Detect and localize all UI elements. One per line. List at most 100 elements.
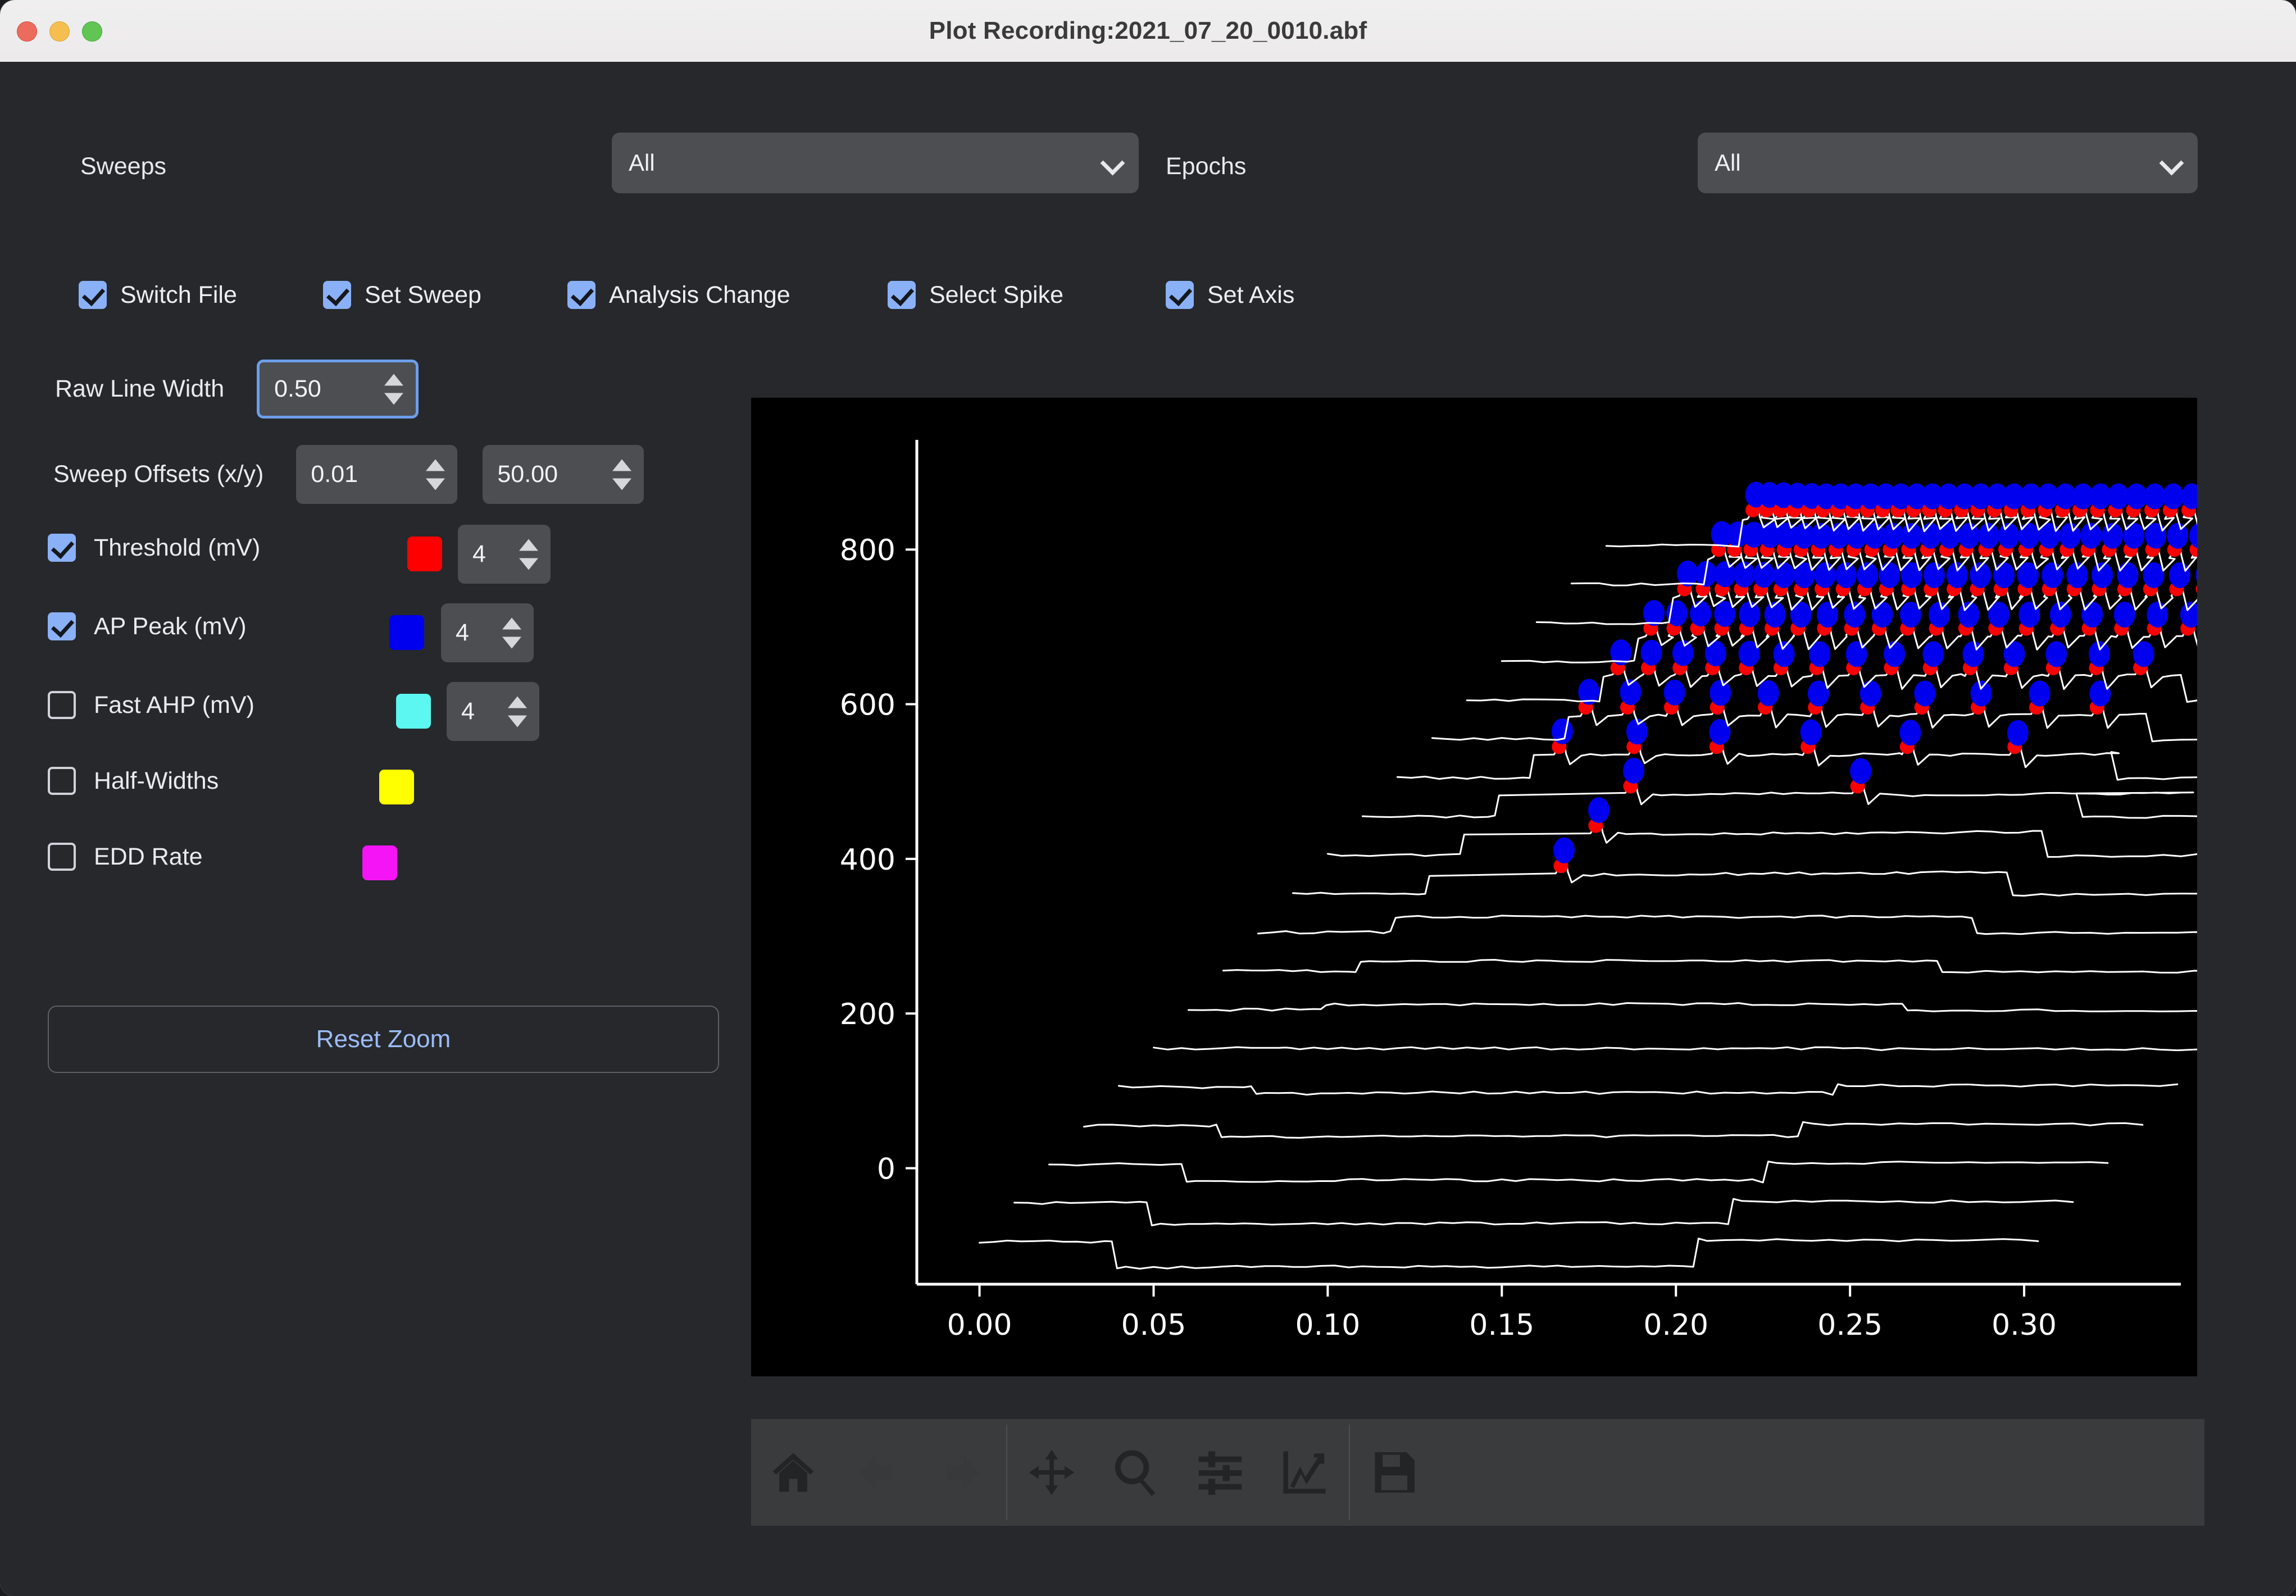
- ap-peak-marker[interactable]: [1622, 757, 1644, 784]
- color-swatch-fast-ahp-mv[interactable]: [396, 694, 431, 729]
- event-checkbox-select-spike[interactable]: Select Spike: [888, 281, 1063, 309]
- sweep-trace[interactable]: [1361, 769, 2197, 819]
- ap-peak-marker[interactable]: [2126, 483, 2148, 510]
- pan-button[interactable]: [1010, 1430, 1094, 1515]
- ap-peak-marker[interactable]: [1663, 679, 1685, 706]
- analysis-count-stepper-fast-ahp-mv[interactable]: [508, 696, 527, 727]
- ap-peak-marker[interactable]: [1899, 720, 1921, 746]
- forward-button[interactable]: [920, 1430, 1004, 1515]
- edit-axis-button[interactable]: [1262, 1430, 1347, 1515]
- analysis-checkbox-fast-ahp-mv[interactable]: [48, 691, 76, 719]
- sweep-trace[interactable]: [1118, 1083, 2179, 1096]
- sweep-offset-x-stepper[interactable]: [426, 459, 445, 490]
- ap-peak-marker[interactable]: [1739, 601, 1761, 628]
- ap-peak-marker[interactable]: [2167, 522, 2189, 549]
- sweep-trace[interactable]: [1257, 915, 2197, 935]
- ap-peak-marker[interactable]: [1993, 562, 2015, 588]
- ap-peak-marker[interactable]: [1640, 639, 1662, 666]
- ap-peak-marker[interactable]: [1790, 602, 1812, 628]
- analysis-checkbox-ap-peak-mv[interactable]: [48, 612, 76, 640]
- ap-peak-marker[interactable]: [1676, 560, 1698, 586]
- ap-peak-marker[interactable]: [1773, 562, 1795, 588]
- ap-peak-marker[interactable]: [1690, 601, 1712, 627]
- event-checkbox-switch-file[interactable]: Switch File: [79, 281, 237, 309]
- analysis-checkbox-threshold-mv[interactable]: [48, 534, 76, 562]
- checkbox-box[interactable]: [323, 281, 351, 309]
- ap-peak-marker[interactable]: [2003, 641, 2025, 667]
- sweep-trace[interactable]: [1396, 729, 2197, 781]
- analysis-count-input-fast-ahp-mv[interactable]: 4: [447, 682, 539, 741]
- threshold-marker[interactable]: [2195, 581, 2197, 596]
- ap-peak-marker[interactable]: [2081, 602, 2103, 628]
- ap-peak-marker[interactable]: [1643, 600, 1665, 626]
- ap-peak-marker[interactable]: [1710, 680, 1731, 706]
- sweep-trace[interactable]: [1048, 1161, 2109, 1184]
- color-swatch-edd-rate[interactable]: [362, 845, 397, 880]
- ap-peak-marker[interactable]: [2007, 720, 2029, 746]
- ap-peak-marker[interactable]: [1998, 522, 2020, 549]
- checkbox-box[interactable]: [79, 281, 107, 309]
- ap-peak-marker[interactable]: [2144, 483, 2166, 510]
- raw-line-width-stepper[interactable]: [384, 374, 404, 404]
- ap-peak-marker[interactable]: [1970, 680, 1992, 707]
- ap-peak-marker[interactable]: [1978, 522, 2000, 549]
- sweep-trace[interactable]: [1188, 1002, 2198, 1012]
- sweep-trace[interactable]: [1013, 1198, 2074, 1226]
- back-button[interactable]: [835, 1430, 920, 1515]
- event-checkbox-analysis-change[interactable]: Analysis Change: [567, 281, 790, 309]
- ap-peak-marker[interactable]: [2049, 602, 2071, 628]
- sweep-trace[interactable]: [1466, 651, 2197, 703]
- home-button[interactable]: [751, 1430, 835, 1515]
- sweep-trace[interactable]: [1083, 1121, 2144, 1139]
- save-figure-button[interactable]: [1352, 1430, 1436, 1515]
- checkbox-box[interactable]: [567, 281, 595, 309]
- ap-peak-marker[interactable]: [1672, 640, 1694, 666]
- sweep-trace[interactable]: [1222, 959, 2198, 974]
- ap-peak-marker[interactable]: [2162, 483, 2184, 510]
- ap-peak-marker[interactable]: [1850, 758, 1872, 784]
- ap-peak-marker[interactable]: [1884, 641, 1906, 667]
- ap-peak-marker[interactable]: [2123, 522, 2145, 549]
- epochs-dropdown[interactable]: All: [1698, 133, 2198, 193]
- checkbox-box[interactable]: [1166, 281, 1194, 309]
- event-checkbox-set-axis[interactable]: Set Axis: [1166, 281, 1294, 309]
- analysis-count-stepper-ap-peak-mv[interactable]: [502, 617, 521, 648]
- ap-peak-marker[interactable]: [2089, 680, 2111, 707]
- analysis-checkbox-edd-rate[interactable]: [48, 843, 76, 871]
- sweep-offset-y-stepper[interactable]: [612, 459, 632, 490]
- color-swatch-ap-peak-mv[interactable]: [389, 615, 424, 650]
- sweep-trace[interactable]: [979, 1238, 2039, 1270]
- ap-peak-marker[interactable]: [2018, 602, 2040, 628]
- ap-peak-marker[interactable]: [1773, 641, 1795, 667]
- ap-peak-marker[interactable]: [1844, 602, 1866, 628]
- ap-peak-marker[interactable]: [2045, 641, 2067, 667]
- ap-peak-marker[interactable]: [1588, 797, 1610, 824]
- plot-canvas[interactable]: 0 200 400 600 800 0.00 0.05 0.10 0.15 0.20 0.25 0.3…: [751, 398, 2197, 1376]
- sweep-offset-y-input[interactable]: 50.00: [483, 445, 644, 504]
- ap-peak-marker[interactable]: [2117, 562, 2139, 588]
- analysis-count-input-threshold-mv[interactable]: 4: [458, 525, 551, 584]
- analysis-checkbox-half-widths[interactable]: [48, 767, 76, 795]
- analysis-count-stepper-threshold-mv[interactable]: [519, 539, 538, 570]
- zoom-button[interactable]: [1094, 1430, 1178, 1515]
- sweep-plot[interactable]: 0 200 400 600 800 0.00 0.05 0.10 0.15 0.20 0.25 0.3…: [751, 398, 2197, 1376]
- sweep-trace[interactable]: [1153, 1046, 2198, 1052]
- ap-peak-marker[interactable]: [1922, 641, 1944, 667]
- ap-peak-marker[interactable]: [2113, 602, 2135, 628]
- ap-peak-marker[interactable]: [1958, 522, 1980, 549]
- ap-peak-marker[interactable]: [2195, 562, 2197, 588]
- reset-zoom-button[interactable]: Reset Zoom: [48, 1006, 719, 1073]
- checkbox-box[interactable]: [888, 281, 916, 309]
- sweep-offset-x-input[interactable]: 0.01: [296, 445, 458, 504]
- event-checkbox-set-sweep[interactable]: Set Sweep: [323, 281, 481, 309]
- ap-peak-marker[interactable]: [2029, 680, 2051, 707]
- ap-peak-marker[interactable]: [2189, 523, 2197, 549]
- raw-line-width-input[interactable]: 0.50: [257, 360, 419, 419]
- ap-peak-marker[interactable]: [1929, 602, 1951, 628]
- ap-peak-marker[interactable]: [1914, 680, 1936, 707]
- sweeps-dropdown[interactable]: All: [612, 133, 1139, 193]
- ap-peak-marker[interactable]: [1757, 680, 1779, 706]
- ap-peak-marker[interactable]: [1553, 837, 1575, 863]
- ap-peak-marker[interactable]: [2169, 562, 2191, 588]
- configure-subplots-button[interactable]: [1178, 1430, 1262, 1515]
